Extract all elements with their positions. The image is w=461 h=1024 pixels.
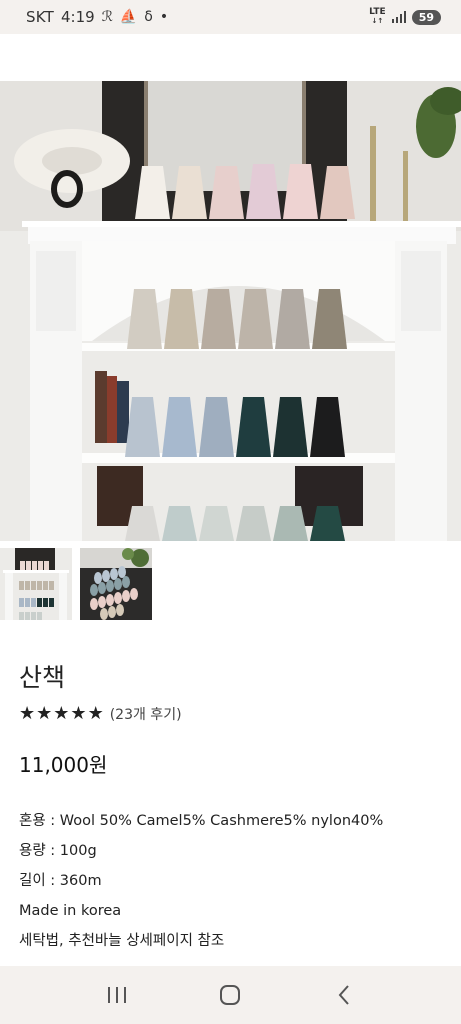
- lte-icon: LTE ↓↑: [369, 7, 386, 26]
- review-count-link[interactable]: (23개 후기): [110, 704, 182, 724]
- home-button[interactable]: [210, 975, 250, 1015]
- system-navigation-bar: [0, 966, 461, 1024]
- signal-icon: [391, 11, 406, 23]
- status-bar: SKT 4:19 ℛ ⛵ δ • LTE ↓↑ 59: [0, 0, 461, 34]
- star-icon: ★: [19, 703, 36, 724]
- boat-icon: ⛵: [119, 9, 138, 25]
- spec-origin: Made in korea: [19, 903, 122, 919]
- star-icon: ★: [53, 703, 70, 724]
- product-rating[interactable]: ★ ★ ★ ★ ★ (23개 후기): [19, 704, 182, 724]
- product-main-image[interactable]: [0, 81, 461, 541]
- rating-stars: ★ ★ ★ ★ ★: [19, 705, 104, 723]
- top-header-area: [0, 34, 461, 81]
- home-icon: [220, 985, 241, 1005]
- thumbnail-1[interactable]: [0, 548, 72, 620]
- thumbnail-gallery: [0, 548, 152, 622]
- spec-length: 길이 : 360m: [19, 873, 102, 889]
- notification-r-icon: ℛ: [101, 9, 113, 25]
- product-title: 산책: [19, 663, 66, 692]
- star-icon: ★: [87, 703, 104, 724]
- star-icon: ★: [36, 703, 53, 724]
- spec-weight: 용량 : 100g: [19, 843, 97, 859]
- carrier-label: SKT: [26, 8, 54, 26]
- more-dot-icon: •: [159, 9, 169, 25]
- battery-indicator: 59: [411, 9, 441, 25]
- clock: 4:19: [60, 8, 95, 26]
- spec-care-note: 세탁법, 추천바늘 상세페이지 참조: [19, 933, 225, 949]
- spec-composition: 혼용 : Wool 50% Camel5% Cashmere5% nylon40…: [19, 813, 384, 829]
- product-specs: 혼용 : Wool 50% Camel5% Cashmere5% nylon40…: [19, 806, 383, 956]
- back-icon: [338, 985, 349, 1005]
- star-icon: ★: [70, 703, 87, 724]
- thumbnail-2[interactable]: [80, 548, 152, 620]
- product-price: 11,000원: [19, 753, 108, 777]
- sync-icon: δ: [144, 9, 153, 25]
- recent-apps-button[interactable]: [97, 975, 137, 1015]
- back-button[interactable]: [324, 975, 364, 1015]
- recent-apps-icon: [107, 987, 126, 1003]
